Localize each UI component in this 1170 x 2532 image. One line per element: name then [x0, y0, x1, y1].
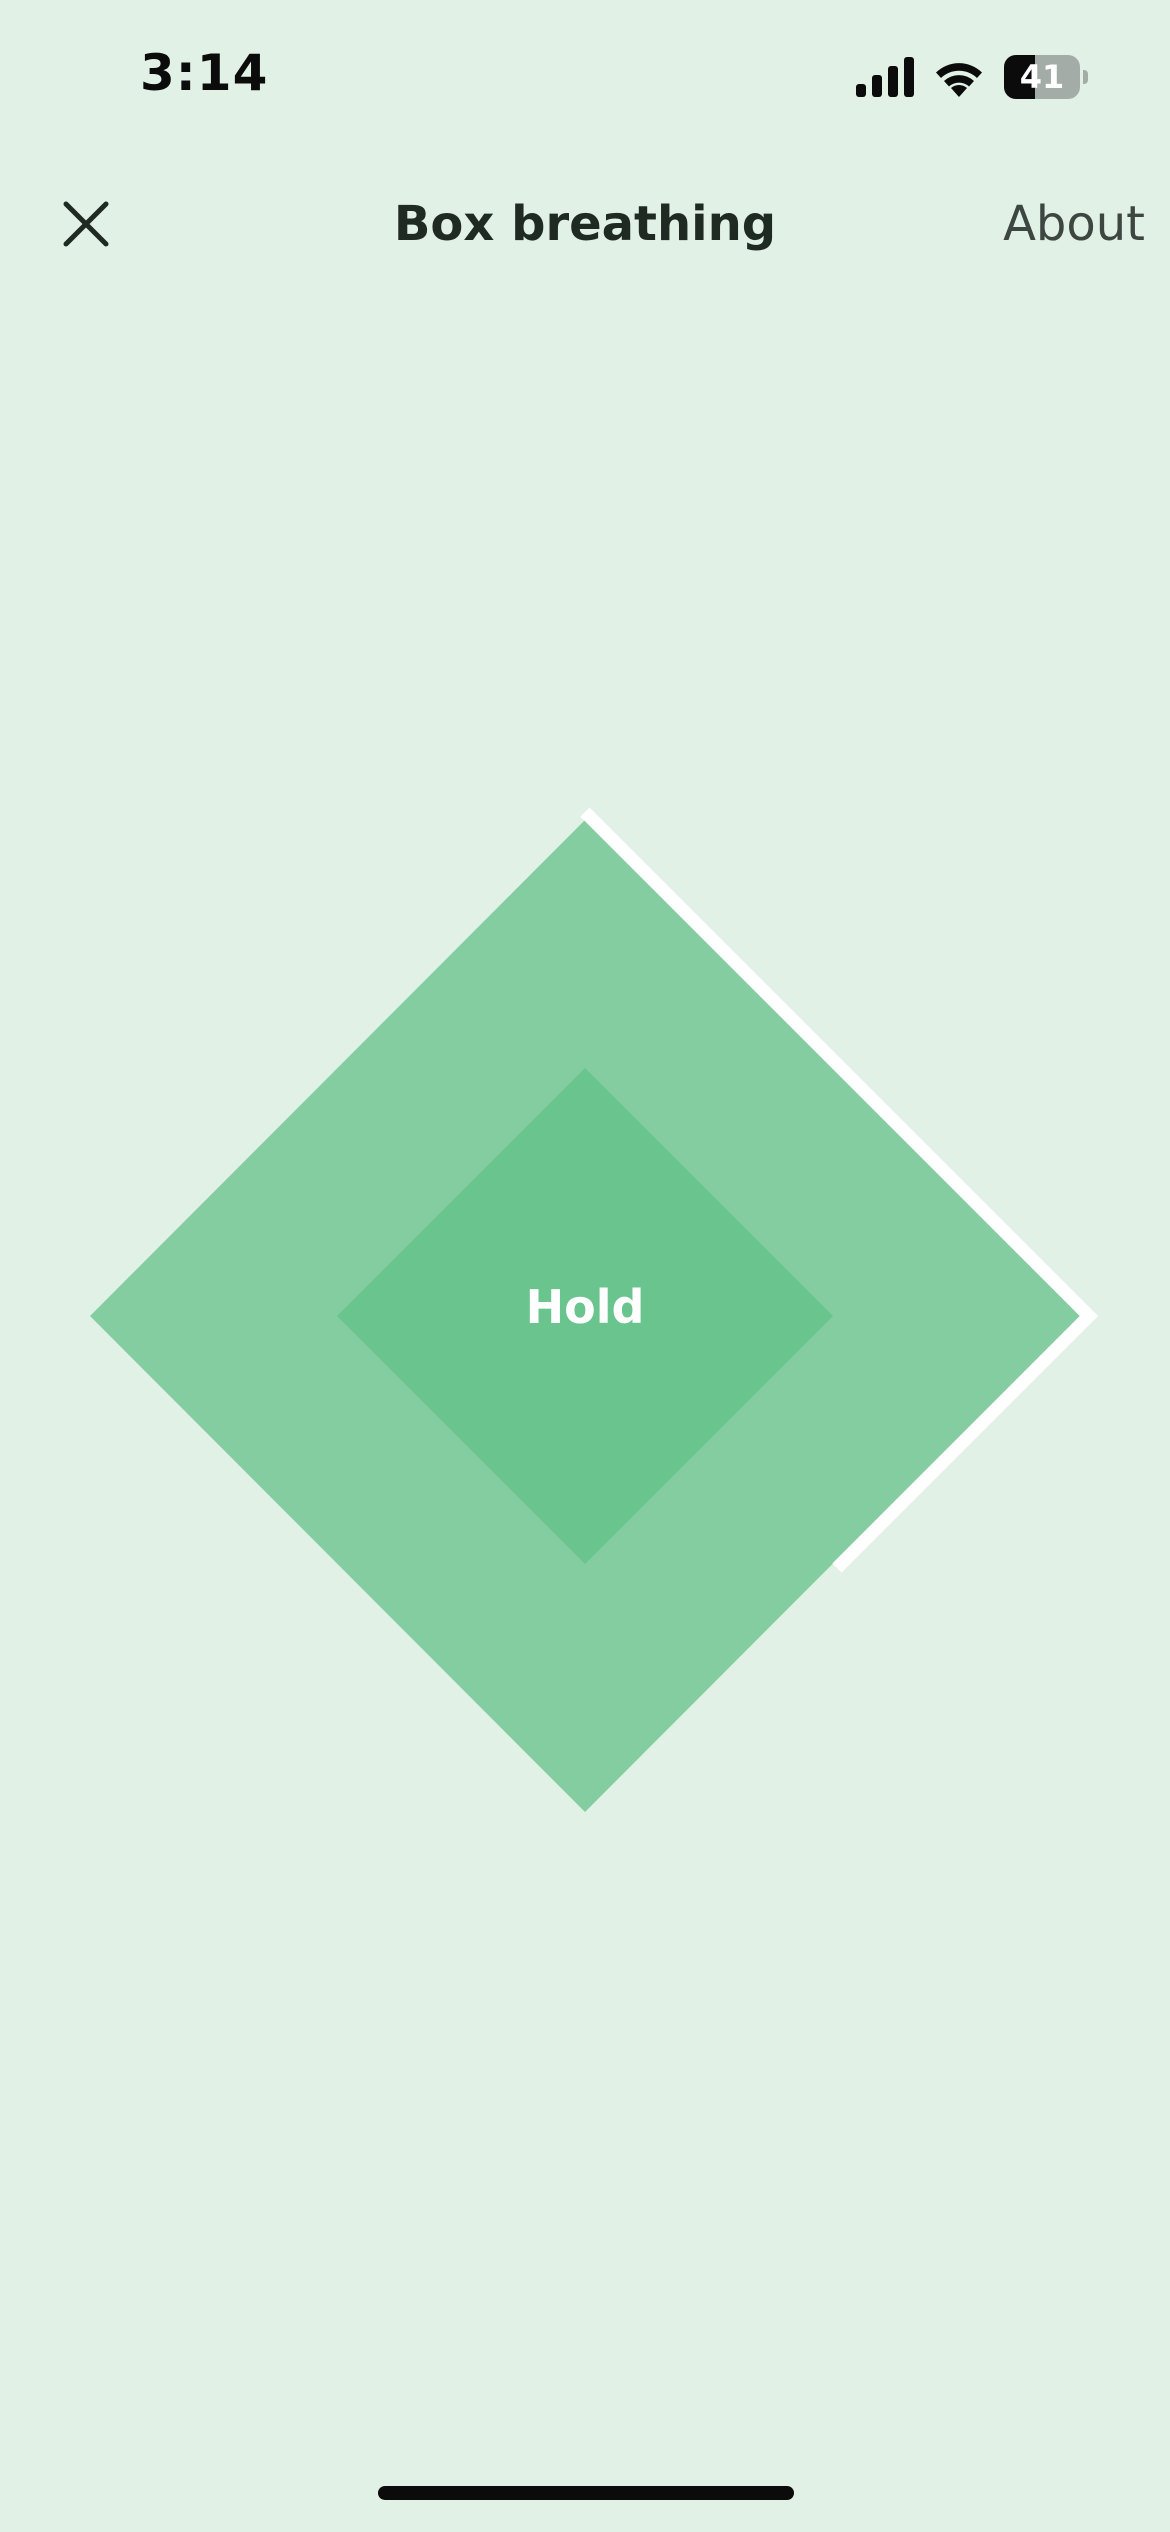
breathing-diamond-graphic [90, 807, 1099, 1812]
breathing-area: Hold [0, 0, 1170, 2532]
box-breathing-screen: 3:14 41 Box breathing About Hold [0, 0, 1170, 2532]
breathing-phase-label: Hold [525, 1280, 645, 1334]
home-indicator[interactable] [378, 2486, 794, 2500]
